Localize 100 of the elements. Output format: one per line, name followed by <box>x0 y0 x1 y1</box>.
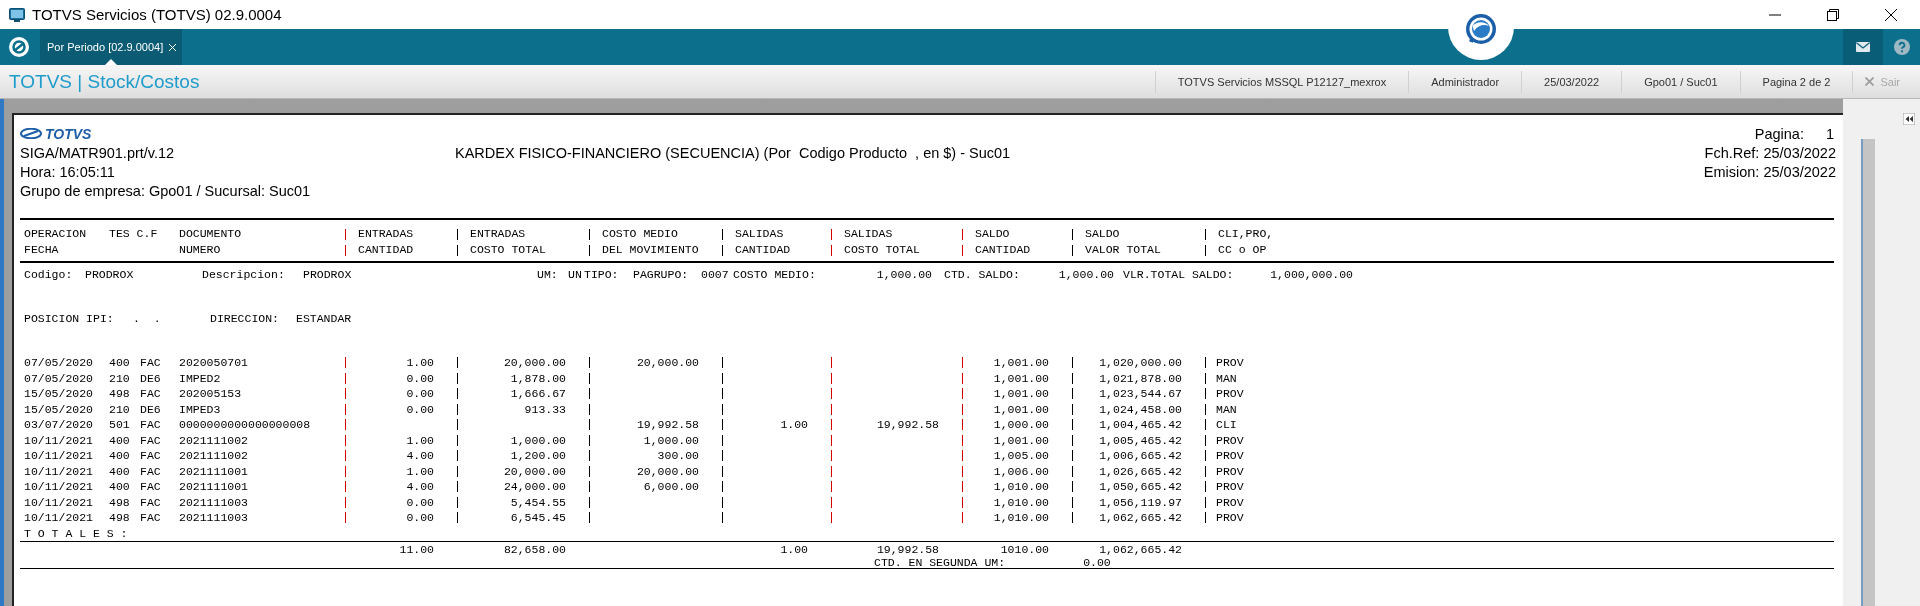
table-cell-text: 1.00 <box>779 417 809 433</box>
page-label: Pagina: <box>1754 125 1804 142</box>
column-header: ENTRADAS <box>357 226 415 242</box>
table-cell-text: FAC <box>140 355 162 371</box>
report-field: PRODROX <box>303 267 537 283</box>
report-field: UN <box>568 267 584 283</box>
table-cell-text: 1.00 <box>405 432 435 448</box>
app-icon <box>9 7 25 22</box>
table-cell-text: 498 <box>109 386 131 402</box>
table-cell-text: 2021111003 <box>179 510 249 526</box>
report-field: CTD. SALDO: <box>937 267 1044 283</box>
table-cell-text: 1,001.00 <box>992 432 1050 448</box>
table-cell-text: 300.00 <box>656 448 700 464</box>
table-cell-text: 2021111003 <box>179 494 249 510</box>
table-cell-text: 1,056,119.97 <box>1098 494 1183 510</box>
collapse-icon[interactable] <box>1903 113 1915 125</box>
table-cell-text: FAC <box>140 448 162 464</box>
report-field: 1,000.00 <box>1044 267 1119 283</box>
company-group: Grupo de empresa: Gpo01 / Sucursal: Suc01 <box>20 182 455 199</box>
table-cell-text: MAN <box>1215 401 1238 417</box>
table-cell-text: 202005153 <box>179 386 243 402</box>
restore-icon[interactable] <box>1827 8 1839 21</box>
mail-icon[interactable] <box>1856 42 1870 52</box>
table-cell-text: 210 <box>109 370 131 386</box>
status-field: Gpo01 / Suc01 <box>1621 70 1740 93</box>
table-cell-text: 498 <box>109 510 131 526</box>
column-header: CC o OP <box>1217 242 1268 258</box>
table-cell-text: 2020050701 <box>179 355 249 371</box>
table-cell-text: 10/11/2021 <box>24 510 94 526</box>
table-cell-text: 5,454.55 <box>509 494 567 510</box>
total-value: 1,062,665.42 <box>1098 542 1183 557</box>
help-icon[interactable] <box>1893 39 1910 55</box>
table-cell-text: 10/11/2021 <box>24 463 94 479</box>
table-cell-text: FAC <box>140 479 162 495</box>
table-cell-text: 1,010.00 <box>992 479 1050 495</box>
scrollbar[interactable] <box>1861 139 1875 606</box>
report-time: Hora: 16:05:11 <box>20 163 116 180</box>
report-field: PAGRUPO: <box>633 267 701 283</box>
table-cell-text: 0.00 <box>405 401 435 417</box>
column-header: FECHA <box>24 242 60 258</box>
table-cell-text: DE6 <box>140 370 162 386</box>
column-header: CANTIDAD <box>357 242 415 258</box>
table-cell-text: 1,023,544.67 <box>1098 386 1183 402</box>
table-cell-text: 6,000.00 <box>642 479 700 495</box>
table-cell-text: DE6 <box>140 401 162 417</box>
table-cell-text: 03/07/2020 <box>24 417 94 433</box>
column-header: VALOR TOTAL <box>1084 242 1162 258</box>
column-header: NUMERO <box>179 242 222 258</box>
table-cell-text: FAC <box>140 432 162 448</box>
table-cell-text: 1,666.67 <box>509 386 567 402</box>
program-name: SIGA/MATR901.prt/v.12 <box>20 144 176 161</box>
report-field: POSICION IPI: <box>24 310 133 326</box>
table-cell-text: PROV <box>1215 494 1245 510</box>
column-header: CLI,PRO, <box>1217 226 1275 242</box>
table-cell-text: 2021111002 <box>179 432 249 448</box>
report-field: Descripcion: <box>202 267 303 283</box>
report-field: TIPO: <box>584 267 633 283</box>
report-field: ESTANDAR <box>296 310 1836 326</box>
column-header: COSTO MEDIO <box>601 226 679 242</box>
table-cell-text: 1,024,458.00 <box>1098 401 1183 417</box>
table-cell-text: 19,992.58 <box>875 417 940 433</box>
column-header: SALIDAS <box>734 226 785 242</box>
table-cell-text: PROV <box>1215 479 1245 495</box>
close-icon <box>1865 77 1875 86</box>
table-cell-text: 0.00 <box>405 370 435 386</box>
total-value: 1.00 <box>779 542 809 557</box>
tab[interactable]: Por Periodo [02.9.0004] <box>40 29 183 65</box>
status-field: Administrador <box>1408 70 1522 93</box>
column-header: CANTIDAD <box>974 242 1032 258</box>
table-cell-text: 1,200.00 <box>509 448 567 464</box>
table-cell-text: PROV <box>1215 448 1245 464</box>
table-cell-text: 1,005,465.42 <box>1098 432 1183 448</box>
logo-icon <box>20 128 42 139</box>
report-field: DIRECCION: <box>210 310 296 326</box>
table-cell-text: 07/05/2020 <box>24 355 94 371</box>
table-cell-text: 19,992.58 <box>635 417 700 433</box>
table-cell-text: 10/11/2021 <box>24 448 94 464</box>
table-cell-text: 1,006.00 <box>992 463 1050 479</box>
table-cell-text: 400 <box>109 448 131 464</box>
close-icon[interactable] <box>1885 8 1897 21</box>
table-cell-text: PROV <box>1215 355 1245 371</box>
table-cell-text: 2021111001 <box>179 463 249 479</box>
table-cell-text: PROV <box>1215 463 1245 479</box>
table-cell-text: 20,000.00 <box>502 463 567 479</box>
table-cell-text: 1,006,665.42 <box>1098 448 1183 464</box>
table-cell-text: 1,062,665.42 <box>1098 510 1183 526</box>
table-cell-text: 913.33 <box>523 401 567 417</box>
table-cell-text: 2021111002 <box>179 448 249 464</box>
table-cell-text: 10/11/2021 <box>24 494 94 510</box>
table-cell-text: FAC <box>140 463 162 479</box>
report-field: . . <box>133 310 210 326</box>
total-value: 1010.00 <box>999 542 1050 557</box>
logo-icon[interactable] <box>8 36 30 58</box>
table-cell-text: PROV <box>1215 432 1245 448</box>
table-cell-text: 1,000.00 <box>509 432 567 448</box>
column-header: COSTO TOTAL <box>469 242 547 258</box>
column-header: SALDO <box>974 226 1011 242</box>
second-unit-value: 0.00 <box>1083 557 1111 568</box>
total-value: 82,658.00 <box>502 542 567 557</box>
table-cell-text: 0000000000000000008 <box>179 417 312 433</box>
